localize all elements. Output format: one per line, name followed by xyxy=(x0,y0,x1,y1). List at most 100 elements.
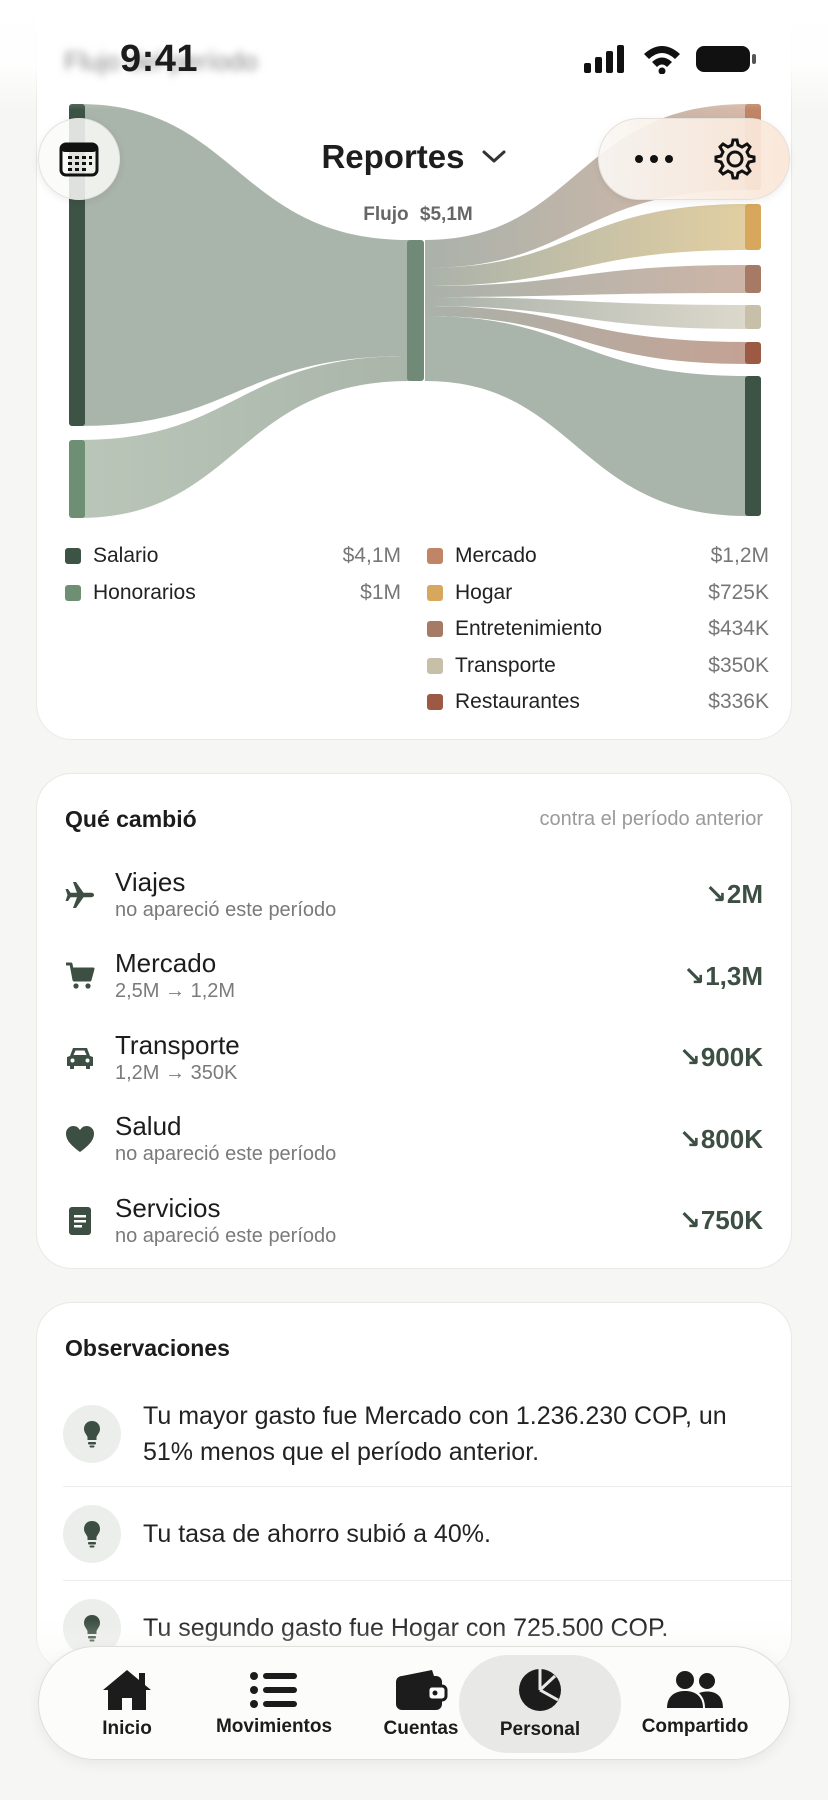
change-value: ↘1,3M xyxy=(683,960,763,991)
observation-item[interactable]: Tu mayor gasto fue Mercado con 1.236.230… xyxy=(63,1375,791,1487)
income-legend: Salario $4,1M Honorarios $1M xyxy=(65,538,401,611)
change-detail: 1,2M → 350K xyxy=(115,1061,238,1084)
expense-legend: Mercado $1,2M Hogar $725K Entretenimient… xyxy=(427,538,769,721)
tab-personal[interactable]: Personal xyxy=(459,1647,621,1761)
change-detail: 2,5M → 1,2M xyxy=(115,980,236,1003)
legend-swatch xyxy=(427,548,443,565)
change-name: Salud xyxy=(115,1111,182,1142)
legend-name: Mercado xyxy=(455,544,537,568)
change-detail: no apareció este período xyxy=(115,1224,337,1247)
plane-icon xyxy=(63,878,97,912)
tab-inicio[interactable]: Inicio xyxy=(79,1647,175,1761)
signal-icon xyxy=(584,45,624,73)
home-icon xyxy=(103,1670,151,1710)
changes-title: Qué cambió xyxy=(65,806,197,832)
tab-cuentas[interactable]: Cuentas xyxy=(371,1647,471,1761)
tab-label: Movimientos xyxy=(215,1716,333,1737)
observation-item[interactable]: Tu tasa de ahorro subió a 40%. xyxy=(63,1487,791,1581)
change-value: ↘2M xyxy=(705,879,763,910)
status-bar: Flujo del período 9:41 xyxy=(0,0,828,110)
node-restaurantes xyxy=(745,342,761,364)
legend-name: Entretenimiento xyxy=(455,617,603,641)
legend-item-transporte[interactable]: Transporte $350K xyxy=(427,648,769,685)
changes-card: Qué cambió contra el período anterior Vi… xyxy=(36,773,792,1269)
chevron-down-icon xyxy=(482,150,506,163)
more-button[interactable] xyxy=(624,129,684,189)
change-detail: no apareció este período xyxy=(115,1143,337,1166)
observation-text: Tu mayor gasto fue Mercado con 1.236.230… xyxy=(143,1401,727,1466)
legend-value: $4,1M xyxy=(342,544,401,568)
legend-swatch xyxy=(427,621,443,638)
changes-subtitle: contra el período anterior xyxy=(539,808,763,830)
observations-title: Observaciones xyxy=(65,1335,230,1361)
tab-label: Compartido xyxy=(641,1716,749,1737)
change-value: ↘750K xyxy=(679,1205,763,1236)
observations-header: Observaciones xyxy=(65,1335,763,1362)
tab-compartido[interactable]: Compartido xyxy=(621,1647,769,1761)
legend-value: $336K xyxy=(708,690,769,714)
battery-icon xyxy=(696,46,756,72)
legend-swatch xyxy=(427,584,443,601)
legend-name: Honorarios xyxy=(93,580,196,604)
observations-card: Observaciones Tu mayor gasto fue Mercado… xyxy=(36,1302,792,1672)
node-honorarios xyxy=(69,440,85,518)
change-item-salud[interactable]: Salud no apareció este período ↘800K xyxy=(63,1099,763,1181)
legend-item-salario[interactable]: Salario $4,1M xyxy=(65,538,401,575)
legend-swatch xyxy=(427,694,443,711)
legend-value: $434K xyxy=(708,617,769,641)
tab-label: Personal xyxy=(499,1719,581,1740)
change-name: Viajes xyxy=(115,866,186,897)
change-item-servicios[interactable]: Servicios no apareció este período ↘750K xyxy=(63,1180,763,1262)
lightbulb-icon xyxy=(63,1404,121,1463)
legend-item-hogar[interactable]: Hogar $725K xyxy=(427,575,769,612)
lightbulb-icon xyxy=(63,1504,121,1563)
legend-name: Transporte xyxy=(455,653,556,677)
gear-icon xyxy=(714,138,755,180)
change-name: Transporte xyxy=(115,1029,240,1060)
actions-pill xyxy=(598,118,790,200)
legend-item-honorarios[interactable]: Honorarios $1M xyxy=(65,575,401,612)
pie-chart-icon xyxy=(519,1669,561,1711)
legend-swatch xyxy=(65,584,81,601)
legend-name: Hogar xyxy=(455,580,513,604)
change-detail: no apareció este período xyxy=(115,898,337,921)
top-bar: Reportes xyxy=(0,110,828,210)
change-item-viajes[interactable]: Viajes no apareció este período ↘2M xyxy=(63,854,763,936)
ellipsis-icon xyxy=(634,155,673,163)
legend-value: $1,2M xyxy=(710,544,769,568)
legend-name: Restaurantes xyxy=(455,690,580,714)
tab-bar: Inicio Movimientos Cuentas Personal Comp… xyxy=(38,1646,790,1760)
heart-icon xyxy=(63,1122,97,1156)
settings-button[interactable] xyxy=(705,129,765,189)
legend-swatch xyxy=(65,548,81,565)
wifi-icon xyxy=(644,46,680,74)
page-title: Reportes xyxy=(321,138,465,175)
legend-item-restaurantes[interactable]: Restaurantes $336K xyxy=(427,684,769,721)
node-transporte xyxy=(745,305,761,329)
legend-value: $725K xyxy=(708,580,769,604)
change-value: ↘900K xyxy=(679,1042,763,1073)
tab-label: Inicio xyxy=(102,1718,152,1739)
car-icon xyxy=(63,1041,97,1075)
node-ahorro xyxy=(745,376,761,516)
legend-item-entretenimiento[interactable]: Entretenimiento $434K xyxy=(427,611,769,648)
changes-header: Qué cambió contra el período anterior xyxy=(65,806,763,833)
wallet-icon xyxy=(396,1670,448,1710)
legend-item-mercado[interactable]: Mercado $1,2M xyxy=(427,538,769,575)
node-flujo xyxy=(407,240,424,381)
node-entretenimiento xyxy=(745,265,761,293)
legend-swatch xyxy=(427,657,443,674)
people-icon xyxy=(667,1671,723,1708)
tab-movimientos[interactable]: Movimientos xyxy=(209,1647,339,1761)
legend-value: $350K xyxy=(708,653,769,677)
change-item-mercado[interactable]: Mercado 2,5M → 1,2M ↘1,3M xyxy=(63,936,763,1018)
change-item-transporte[interactable]: Transporte 1,2M → 350K ↘900K xyxy=(63,1017,763,1099)
legend-name: Salario xyxy=(93,544,159,568)
legend-value: $1M xyxy=(360,580,401,604)
observation-text: Tu tasa de ahorro subió a 40%. xyxy=(143,1519,491,1548)
list-icon xyxy=(250,1672,297,1708)
change-value: ↘800K xyxy=(679,1123,763,1154)
status-icons xyxy=(584,44,758,74)
tab-label: Cuentas xyxy=(383,1718,459,1739)
change-name: Servicios xyxy=(115,1192,221,1223)
